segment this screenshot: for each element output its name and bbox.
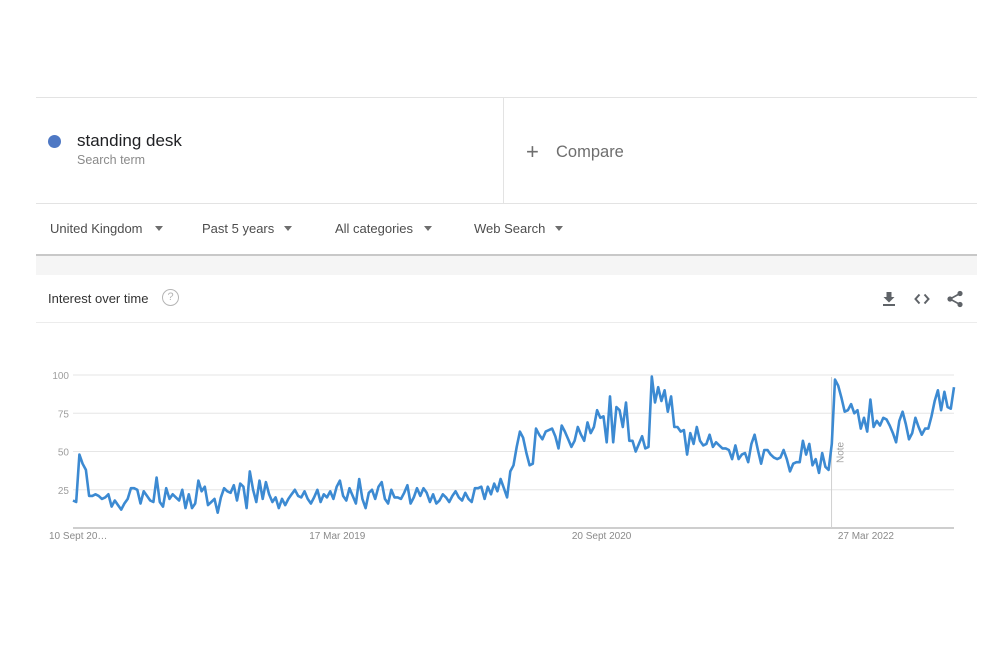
y-tick-label: 50: [58, 448, 70, 459]
search-term-name[interactable]: standing desk: [77, 131, 182, 151]
search-term-card[interactable]: standing desk Search term: [36, 98, 504, 203]
time-range-dropdown-label: Past 5 years: [202, 221, 275, 236]
category-dropdown-label: All categories: [335, 221, 414, 236]
compare-button[interactable]: + Compare: [526, 139, 624, 164]
search-term-row: standing desk Search term + Compare: [36, 97, 977, 204]
filter-bar: United Kingdom Past 5 years All categori…: [36, 203, 977, 254]
help-icon[interactable]: ?: [162, 289, 179, 306]
y-tick-label: 100: [52, 371, 69, 382]
category-dropdown[interactable]: All categories: [335, 221, 433, 236]
download-icon[interactable]: [879, 289, 899, 309]
card-title: Interest over time: [48, 291, 149, 306]
series-line: [72, 375, 956, 515]
x-tick-label: 17 Mar 2019: [309, 531, 366, 542]
search-type-dropdown-label: Web Search: [474, 221, 546, 236]
region-dropdown[interactable]: United Kingdom: [50, 221, 163, 236]
time-range-dropdown[interactable]: Past 5 years: [202, 221, 293, 236]
caret-down-icon: [555, 226, 564, 231]
search-term-subtitle: Search term: [77, 153, 146, 167]
plus-icon: +: [526, 139, 539, 164]
compare-label: Compare: [556, 142, 624, 161]
caret-down-icon: [284, 226, 293, 231]
share-icon[interactable]: [945, 289, 965, 309]
y-tick-label: 25: [58, 486, 70, 497]
x-tick-label: 10 Sept 20…: [49, 531, 107, 542]
x-tick-label: 27 Mar 2022: [838, 531, 895, 542]
caret-down-icon: [424, 226, 433, 231]
series-color-dot-icon: [48, 135, 61, 148]
y-tick-label: 75: [58, 409, 70, 420]
x-tick-label: 20 Sept 2020: [572, 531, 632, 542]
embed-code-icon[interactable]: [912, 289, 932, 309]
interest-over-time-header: Interest over time ?: [36, 275, 977, 323]
caret-down-icon: [154, 226, 163, 231]
search-type-dropdown[interactable]: Web Search: [474, 221, 564, 236]
section-gap: [36, 256, 977, 275]
region-dropdown-label: United Kingdom: [50, 221, 143, 236]
note-label: Note: [836, 441, 847, 463]
